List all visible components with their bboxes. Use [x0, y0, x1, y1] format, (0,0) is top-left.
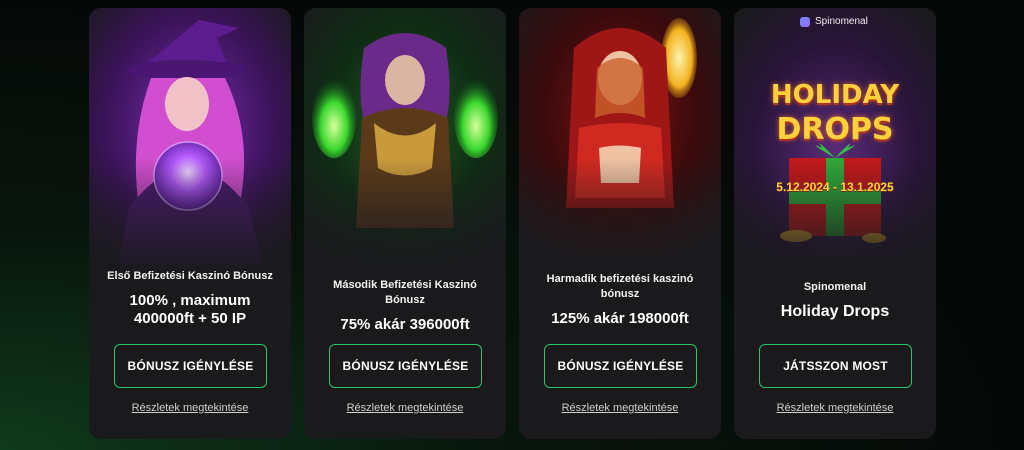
art-fade-overlay — [89, 158, 291, 273]
provider-badge: Spinomenal — [800, 16, 868, 27]
card-subtitle: Első Befizetési Kaszinó Bónusz — [107, 270, 273, 282]
art-fade-overlay — [734, 158, 936, 273]
spinomenal-logo-icon — [800, 16, 810, 27]
provider-badge-label: Spinomenal — [815, 16, 868, 27]
card-headline: Holiday Drops — [780, 303, 890, 320]
card-info: Első Befizetési Kaszinó Bónusz 100% , ma… — [89, 269, 291, 328]
card-subtitle: Spinomenal — [803, 281, 867, 293]
claim-bonus-button[interactable]: BÓNUSZ IGÉNYLÉSE — [544, 344, 697, 388]
art-title-line2: DROPS — [776, 112, 894, 147]
card-subtitle: Második Befizetési Kaszinó Bónusz — [333, 279, 477, 306]
art-title-line1: HOLIDAY — [770, 80, 900, 110]
play-now-button[interactable]: JÁTSSZON MOST — [759, 344, 912, 388]
art-dates: 5.12.2024 - 13.1.2025 — [776, 180, 894, 194]
card-headline: 125% akár 198000ft — [551, 310, 689, 327]
bonus-card-third-deposit: Harmadik befizetési kaszinó bónusz 125% … — [519, 8, 721, 439]
card-subtitle: Harmadik befizetési kaszinó bónusz — [546, 273, 694, 300]
claim-bonus-button[interactable]: BÓNUSZ IGÉNYLÉSE — [114, 344, 267, 388]
card-info: Harmadik befizetési kaszinó bónusz 125% … — [519, 272, 721, 328]
card-info: Spinomenal Holiday Drops — [734, 280, 936, 321]
details-link[interactable]: Részletek megtekintése — [89, 402, 291, 414]
art-fade-overlay — [304, 158, 506, 273]
card-headline: 100% , maximum 400000ft + 50 IP — [129, 292, 251, 327]
card-info: Második Befizetési Kaszinó Bónusz 75% ak… — [304, 278, 506, 334]
details-link[interactable]: Részletek megtekintése — [734, 402, 936, 414]
bonus-card-first-deposit: Első Befizetési Kaszinó Bónusz 100% , ma… — [89, 8, 291, 439]
card-headline: 75% akár 396000ft — [340, 316, 470, 333]
bonus-card-row: Első Befizetési Kaszinó Bónusz 100% , ma… — [89, 8, 936, 439]
details-link[interactable]: Részletek megtekintése — [304, 402, 506, 414]
claim-bonus-button[interactable]: BÓNUSZ IGÉNYLÉSE — [329, 344, 482, 388]
details-link[interactable]: Részletek megtekintése — [519, 402, 721, 414]
bonus-card-second-deposit: Második Befizetési Kaszinó Bónusz 75% ak… — [304, 8, 506, 439]
game-card-holiday-drops: Spinomenal HOLIDAY DROPS 5.12.2024 - 13.… — [734, 8, 936, 439]
art-fade-overlay — [519, 158, 721, 273]
